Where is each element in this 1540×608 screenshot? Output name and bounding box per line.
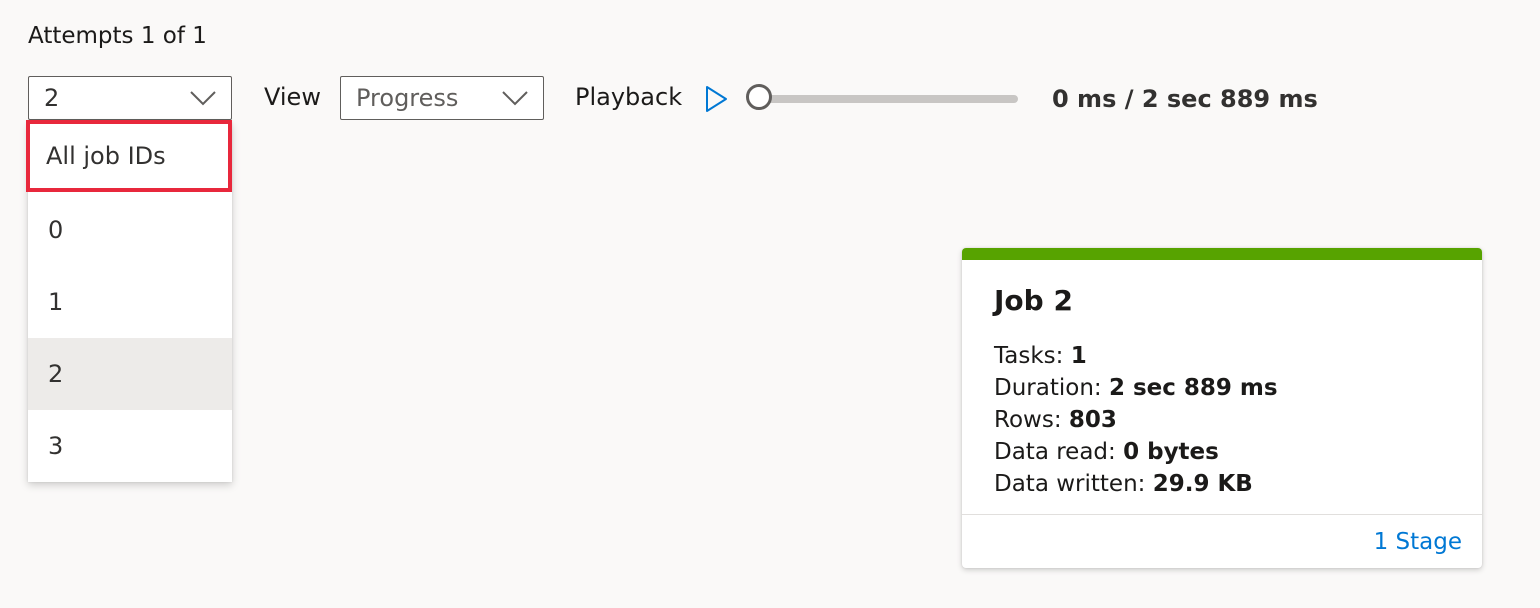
job-stat-value: 2 sec 889 ms [1108, 375, 1278, 401]
job-progress-view: Attempts 1 of 1 2 View Progress Playback… [0, 0, 1540, 608]
job-stat-value: 29.9 KB [1152, 471, 1253, 497]
chevron-down-icon [502, 91, 528, 106]
playback-slider[interactable] [746, 82, 1022, 116]
view-label: View [264, 83, 321, 111]
job-stat-duration: Duration: 2 sec 889 ms [994, 372, 1278, 404]
playback-time-readout: 0 ms / 2 sec 889 ms [1052, 85, 1318, 113]
job-stat-tasks: Tasks: 1 [994, 340, 1278, 372]
job-id-option[interactable]: All job IDs [26, 120, 232, 192]
job-id-option[interactable]: 2 [28, 338, 232, 410]
job-card-title: Job 2 [994, 284, 1073, 317]
job-id-option[interactable]: 1 [28, 266, 232, 338]
job-stat-value: 0 bytes [1123, 439, 1219, 465]
job-stat-label: Data read: [994, 439, 1124, 465]
job-stat-label: Rows: [994, 407, 1069, 433]
chevron-down-icon [190, 91, 216, 106]
job-id-dropdown[interactable]: 2 [28, 76, 232, 120]
job-card-stats: Tasks: 1 Duration: 2 sec 889 ms Rows: 80… [994, 340, 1278, 500]
job-stat-value: 803 [1068, 407, 1117, 433]
job-stat-label: Data written: [994, 471, 1153, 497]
playback-slider-thumb[interactable] [746, 84, 772, 110]
job-id-option[interactable]: 0 [28, 194, 232, 266]
job-stat-value: 1 [1070, 343, 1087, 369]
play-icon[interactable] [702, 84, 730, 114]
playback-label: Playback [575, 83, 683, 111]
job-stat-rows: Rows: 803 [994, 404, 1278, 436]
job-stat-data-read: Data read: 0 bytes [994, 436, 1278, 468]
playback-slider-track[interactable] [750, 95, 1018, 103]
view-dropdown[interactable]: Progress [340, 76, 544, 120]
job-status-bar [962, 248, 1482, 260]
job-id-option[interactable]: 3 [28, 410, 232, 482]
attempts-label: Attempts 1 of 1 [28, 23, 207, 49]
job-stat-data-written: Data written: 29.9 KB [994, 468, 1278, 500]
job-id-options-list: All job IDs 0 1 2 3 [26, 120, 232, 482]
job-card[interactable]: Job 2 Tasks: 1 Duration: 2 sec 889 ms Ro… [962, 248, 1482, 568]
view-dropdown-value: Progress [356, 84, 459, 112]
job-stat-label: Tasks: [994, 343, 1071, 369]
job-stat-label: Duration: [994, 375, 1109, 401]
stages-link[interactable]: 1 Stage [1374, 526, 1462, 558]
job-card-divider [962, 514, 1482, 515]
job-id-dropdown-value: 2 [44, 84, 60, 112]
